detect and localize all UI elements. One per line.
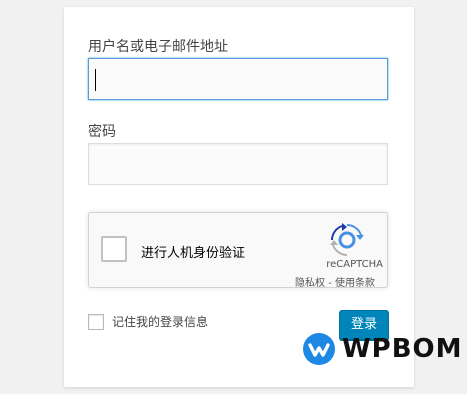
remember-me[interactable]: 记住我的登录信息 [88, 313, 208, 330]
recaptcha-links: 隐私权 - 使用条款 [295, 274, 375, 289]
recaptcha-label: 进行人机身份验证 [141, 246, 246, 261]
recaptcha-logo-icon [330, 223, 364, 256]
password-input[interactable] [88, 143, 388, 185]
login-page: 用户名或电子邮件地址 密码 进行人机身份验证 reCAPTCHA 隐私权 - 使… [0, 0, 467, 394]
recaptcha-checkbox[interactable] [101, 236, 127, 262]
username-label: 用户名或电子邮件地址 [88, 39, 228, 55]
username-input[interactable] [88, 58, 388, 100]
password-label: 密码 [88, 124, 116, 140]
recaptcha-widget: 进行人机身份验证 reCAPTCHA 隐私权 - 使用条款 [88, 212, 388, 289]
remember-me-label: 记住我的登录信息 [112, 315, 209, 329]
remember-me-checkbox[interactable] [88, 313, 104, 330]
privacy-link[interactable]: 隐私权 [295, 278, 325, 289]
wpbom-logo-icon [303, 333, 335, 365]
watermark: WPBOM [302, 332, 463, 366]
watermark-text: WPBOM [342, 334, 463, 364]
terms-link[interactable]: 使用条款 [335, 278, 375, 289]
links-separator: - [325, 278, 335, 289]
text-caret [95, 69, 96, 91]
recaptcha-brand: reCAPTCHA [326, 259, 383, 270]
login-form-card: 用户名或电子邮件地址 密码 进行人机身份验证 reCAPTCHA 隐私权 - 使… [64, 7, 414, 387]
